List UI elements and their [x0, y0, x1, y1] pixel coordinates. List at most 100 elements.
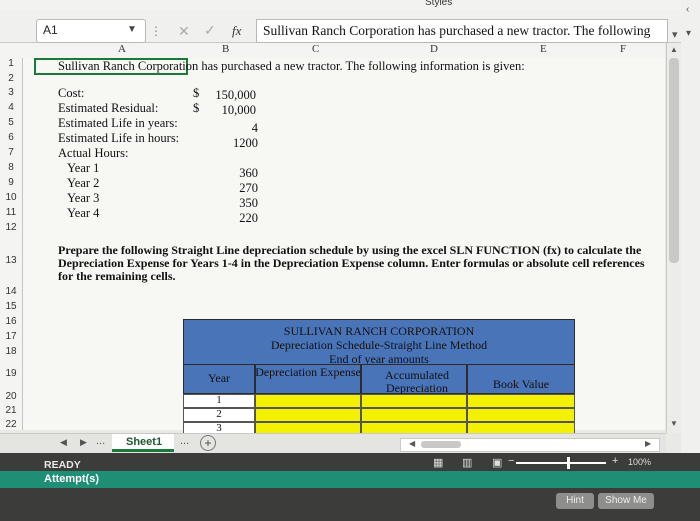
vertical-scroll-thumb[interactable]: [669, 58, 679, 263]
row-header[interactable]: 14: [0, 286, 22, 297]
schedule-title-method: Depreciation Schedule-Straight Line Meth…: [270, 338, 488, 352]
accum-input-1[interactable]: [361, 394, 467, 408]
cell-a6[interactable]: Estimated Life in hours:: [58, 131, 179, 146]
formula-bar-dots-icon: ⋮: [150, 24, 162, 38]
horizontal-scrollbar[interactable]: ◀ ▶: [400, 438, 660, 452]
instructions-text[interactable]: Prepare the following Straight Line depr…: [58, 244, 658, 283]
cell-b8[interactable]: 360: [198, 166, 258, 181]
cell-a5[interactable]: Estimated Life in years:: [58, 116, 178, 131]
hscroll-left-icon[interactable]: ◀: [409, 439, 415, 448]
cell-a7[interactable]: Actual Hours:: [58, 146, 128, 161]
tab-next-icon[interactable]: ▶: [80, 437, 87, 448]
cell-b11[interactable]: 220: [198, 211, 258, 226]
row-header[interactable]: 16: [0, 316, 22, 327]
tab-more-left[interactable]: ...: [96, 435, 105, 447]
row-header[interactable]: 12: [0, 222, 22, 233]
accum-input-2[interactable]: [361, 408, 467, 422]
depreciation-schedule-table: SULLIVAN RANCH CORPORATION Depreciation …: [183, 319, 575, 439]
dep-expense-input-1[interactable]: [255, 394, 361, 408]
tab-sheet1-label: Sheet1: [126, 436, 163, 448]
year-value: 1: [216, 394, 222, 406]
row-header[interactable]: 4: [0, 102, 22, 113]
scroll-down-icon[interactable]: ▼: [670, 419, 678, 428]
column-header-f[interactable]: F: [620, 43, 626, 55]
cell-a9[interactable]: Year 2: [67, 176, 99, 191]
outer-scrollbar[interactable]: ‹ ▾: [681, 0, 700, 521]
column-header-e[interactable]: E: [540, 43, 547, 55]
row-header[interactable]: 3: [0, 87, 22, 98]
column-header-d[interactable]: D: [430, 43, 438, 55]
cell-b10[interactable]: 350: [198, 196, 258, 211]
cell-b5[interactable]: 4: [198, 121, 258, 136]
zoom-slider[interactable]: [516, 462, 606, 464]
row-header[interactable]: 20: [0, 391, 22, 402]
ready-status: READY: [44, 459, 81, 471]
dep-expense-input-2[interactable]: [255, 408, 361, 422]
formula-input[interactable]: Sullivan Ranch Corporation has purchased…: [256, 19, 668, 43]
column-header-a[interactable]: A: [118, 43, 126, 55]
column-header-c[interactable]: C: [312, 43, 319, 55]
outer-scroll-down-icon[interactable]: ▾: [686, 28, 691, 39]
cell-b4[interactable]: 10,000: [196, 103, 256, 118]
attempts-label: Attempt(s): [44, 473, 99, 485]
row-header[interactable]: 18: [0, 346, 22, 357]
styles-label[interactable]: Styles: [425, 0, 452, 8]
book-value-input-2[interactable]: [467, 408, 575, 422]
row-header[interactable]: 9: [0, 177, 22, 188]
row-header[interactable]: 19: [0, 368, 22, 379]
expand-formula-chevron-icon[interactable]: ▾: [672, 28, 678, 41]
row-header[interactable]: 1: [0, 58, 22, 69]
cell-a11[interactable]: Year 4: [67, 206, 99, 221]
zoom-slider-thumb[interactable]: [567, 457, 570, 469]
show-me-button[interactable]: Show Me: [598, 493, 654, 509]
tab-prev-icon[interactable]: ◀: [60, 437, 67, 448]
page-break-icon[interactable]: ▣: [492, 456, 502, 469]
zoom-out-icon[interactable]: −: [508, 455, 514, 467]
cell-b6[interactable]: 1200: [198, 136, 258, 151]
name-box[interactable]: A1 ▼: [36, 19, 146, 43]
row-header[interactable]: 5: [0, 117, 22, 128]
row-header[interactable]: 8: [0, 162, 22, 173]
scroll-up-icon[interactable]: ▲: [670, 45, 678, 54]
tab-sheet1[interactable]: Sheet1: [112, 434, 174, 452]
header-book-value: Book Value: [492, 377, 550, 391]
cancel-icon[interactable]: ✕: [178, 23, 190, 40]
schedule-title-company: SULLIVAN RANCH CORPORATION: [283, 324, 475, 338]
cell-b9[interactable]: 270: [198, 181, 258, 196]
column-header-row: A B C D E F: [0, 43, 665, 59]
row-header[interactable]: 7: [0, 147, 22, 158]
normal-view-icon[interactable]: ▦: [433, 456, 443, 469]
name-box-value: A1: [43, 23, 58, 37]
tab-more-right[interactable]: ...: [180, 435, 189, 447]
cell-a3[interactable]: Cost:: [58, 86, 84, 101]
hscroll-thumb[interactable]: [421, 441, 461, 448]
row-header[interactable]: 10: [0, 192, 22, 203]
row-header-column: 1 2 3 4 5 6 7 8 9 10 11 12 13 14 15 16 1…: [0, 58, 23, 430]
page-layout-icon[interactable]: ▥: [462, 456, 472, 469]
zoom-in-icon[interactable]: +: [612, 455, 618, 467]
cell-a1[interactable]: Sullivan Ranch Corporation has purchased…: [58, 59, 525, 74]
row-header[interactable]: 21: [0, 405, 22, 416]
insert-function-icon[interactable]: fx: [232, 23, 241, 39]
row-header[interactable]: 13: [0, 255, 22, 266]
hint-button[interactable]: Hint: [556, 493, 594, 509]
book-value-input-1[interactable]: [467, 394, 575, 408]
row-header[interactable]: 22: [0, 419, 22, 430]
outer-scroll-up-icon[interactable]: ‹: [686, 4, 689, 15]
header-year: Year: [207, 371, 231, 385]
vertical-scrollbar[interactable]: ▲ ▼: [666, 43, 681, 433]
cell-a10[interactable]: Year 3: [67, 191, 99, 206]
row-header[interactable]: 15: [0, 301, 22, 312]
row-header[interactable]: 2: [0, 73, 22, 84]
column-header-b[interactable]: B: [222, 43, 229, 55]
hscroll-right-icon[interactable]: ▶: [645, 439, 651, 448]
cell-b3[interactable]: 150,000: [196, 88, 256, 103]
add-sheet-icon[interactable]: +: [200, 435, 216, 451]
enter-check-icon[interactable]: ✓: [204, 22, 216, 39]
row-header[interactable]: 11: [0, 207, 22, 218]
cell-a8[interactable]: Year 1: [67, 161, 99, 176]
row-header[interactable]: 17: [0, 331, 22, 342]
row-header[interactable]: 6: [0, 132, 22, 143]
cell-a4[interactable]: Estimated Residual:: [58, 101, 158, 116]
chevron-down-icon[interactable]: ▼: [127, 24, 137, 35]
